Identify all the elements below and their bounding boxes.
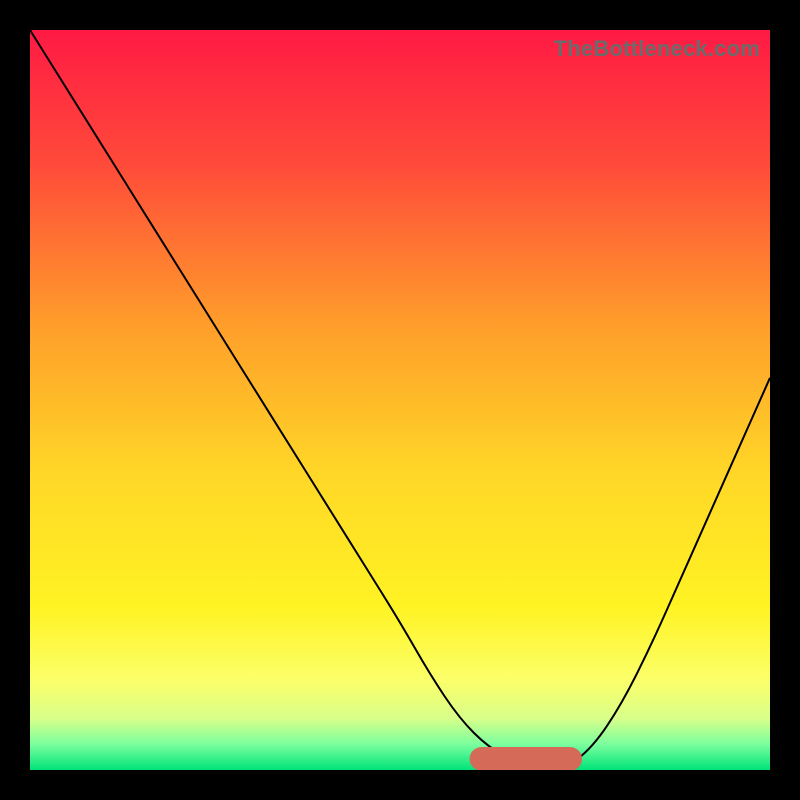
watermark-text: TheBottleneck.com <box>554 36 760 62</box>
chart-frame: TheBottleneck.com <box>0 0 800 800</box>
plot-area: TheBottleneck.com <box>30 30 770 770</box>
bottleneck-curve <box>30 30 770 770</box>
